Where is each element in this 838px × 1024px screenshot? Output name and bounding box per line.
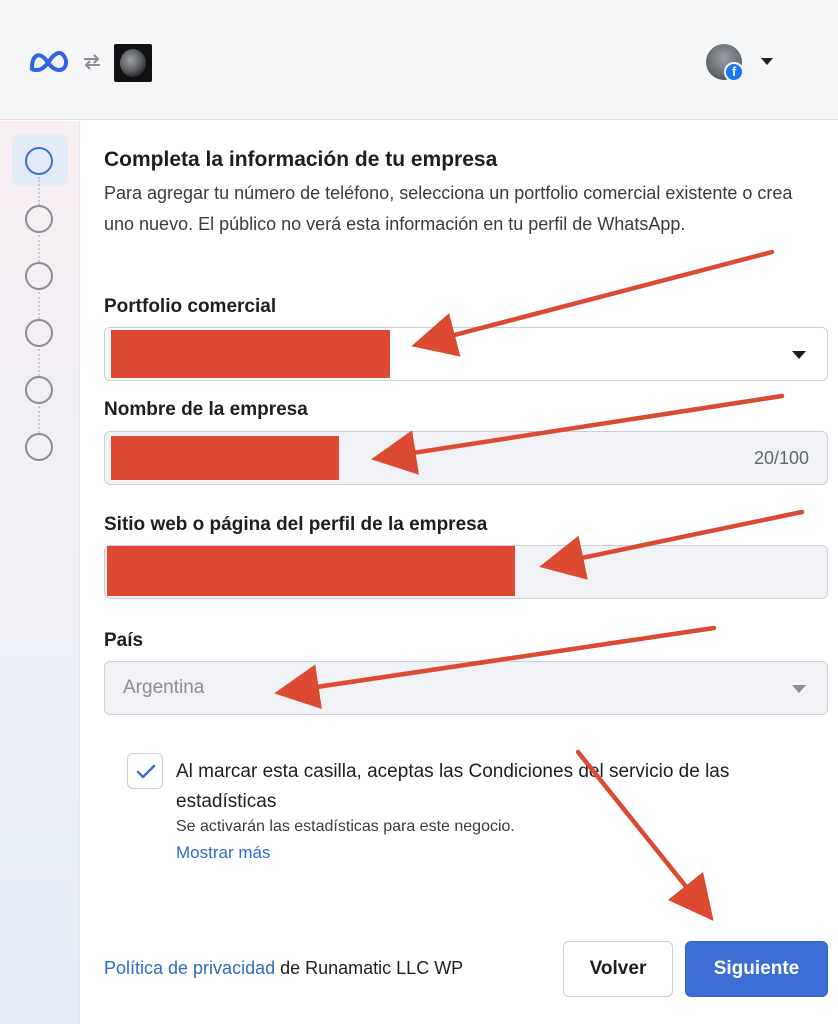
form-description: Para agregar tu número de teléfono, sele…: [104, 183, 793, 234]
checkmark-icon: [136, 764, 156, 779]
stepper-sidebar: [0, 121, 80, 1024]
step-connector: [38, 235, 40, 262]
redacted-website: [107, 546, 515, 596]
step-4-icon: [25, 319, 53, 347]
step-5-icon: [25, 376, 53, 404]
step-1-icon: [25, 147, 53, 175]
consent-subtext: Se activarán las estadísticas para este …: [176, 818, 515, 835]
facebook-badge-icon: f: [724, 62, 744, 82]
chevron-down-icon: [792, 351, 806, 359]
privacy-suffix: de Runamatic LLC WP: [275, 958, 464, 978]
website-input[interactable]: [104, 545, 828, 599]
step-3-icon: [25, 262, 53, 290]
step-6-icon: [25, 433, 53, 461]
back-button[interactable]: Volver: [563, 941, 673, 997]
page-title: Completa la información de tu empresa: [104, 148, 498, 171]
country-label: País: [104, 630, 144, 651]
country-select[interactable]: Argentina: [104, 661, 828, 715]
swap-arrows-icon: [84, 54, 100, 70]
meta-logo-icon[interactable]: [28, 46, 72, 76]
chevron-down-icon: [792, 685, 806, 693]
step-connector: [38, 349, 40, 376]
consent-text: Al marcar esta casilla, aceptas las Cond…: [176, 761, 730, 812]
redacted-portfolio-value: [111, 330, 390, 378]
footer-privacy: Política de privacidad de Runamatic LLC …: [104, 958, 463, 979]
account-menu-caret-icon[interactable]: [758, 54, 776, 68]
portfolio-select[interactable]: [104, 327, 828, 381]
privacy-policy-link[interactable]: Política de privacidad: [104, 958, 275, 978]
company-name-label: Nombre de la empresa: [104, 399, 308, 420]
show-more-link[interactable]: Mostrar más: [176, 843, 270, 863]
step-2-icon: [25, 205, 53, 233]
character-counter: 20/100: [753, 448, 809, 468]
redacted-company-name: [111, 436, 339, 480]
consent-checkbox[interactable]: [127, 753, 163, 789]
company-name-input[interactable]: 20/100: [104, 431, 828, 485]
app-thumbnail-icon: [114, 44, 152, 82]
step-connector: [38, 292, 40, 319]
top-bar: f: [0, 0, 838, 120]
step-connector: [38, 177, 40, 205]
country-value: Argentina: [123, 677, 205, 698]
portfolio-label: Portfolio comercial: [104, 296, 277, 317]
step-connector: [38, 406, 40, 433]
website-label: Sitio web o página del perfil de la empr…: [104, 514, 488, 535]
next-button[interactable]: Siguiente: [685, 941, 828, 997]
